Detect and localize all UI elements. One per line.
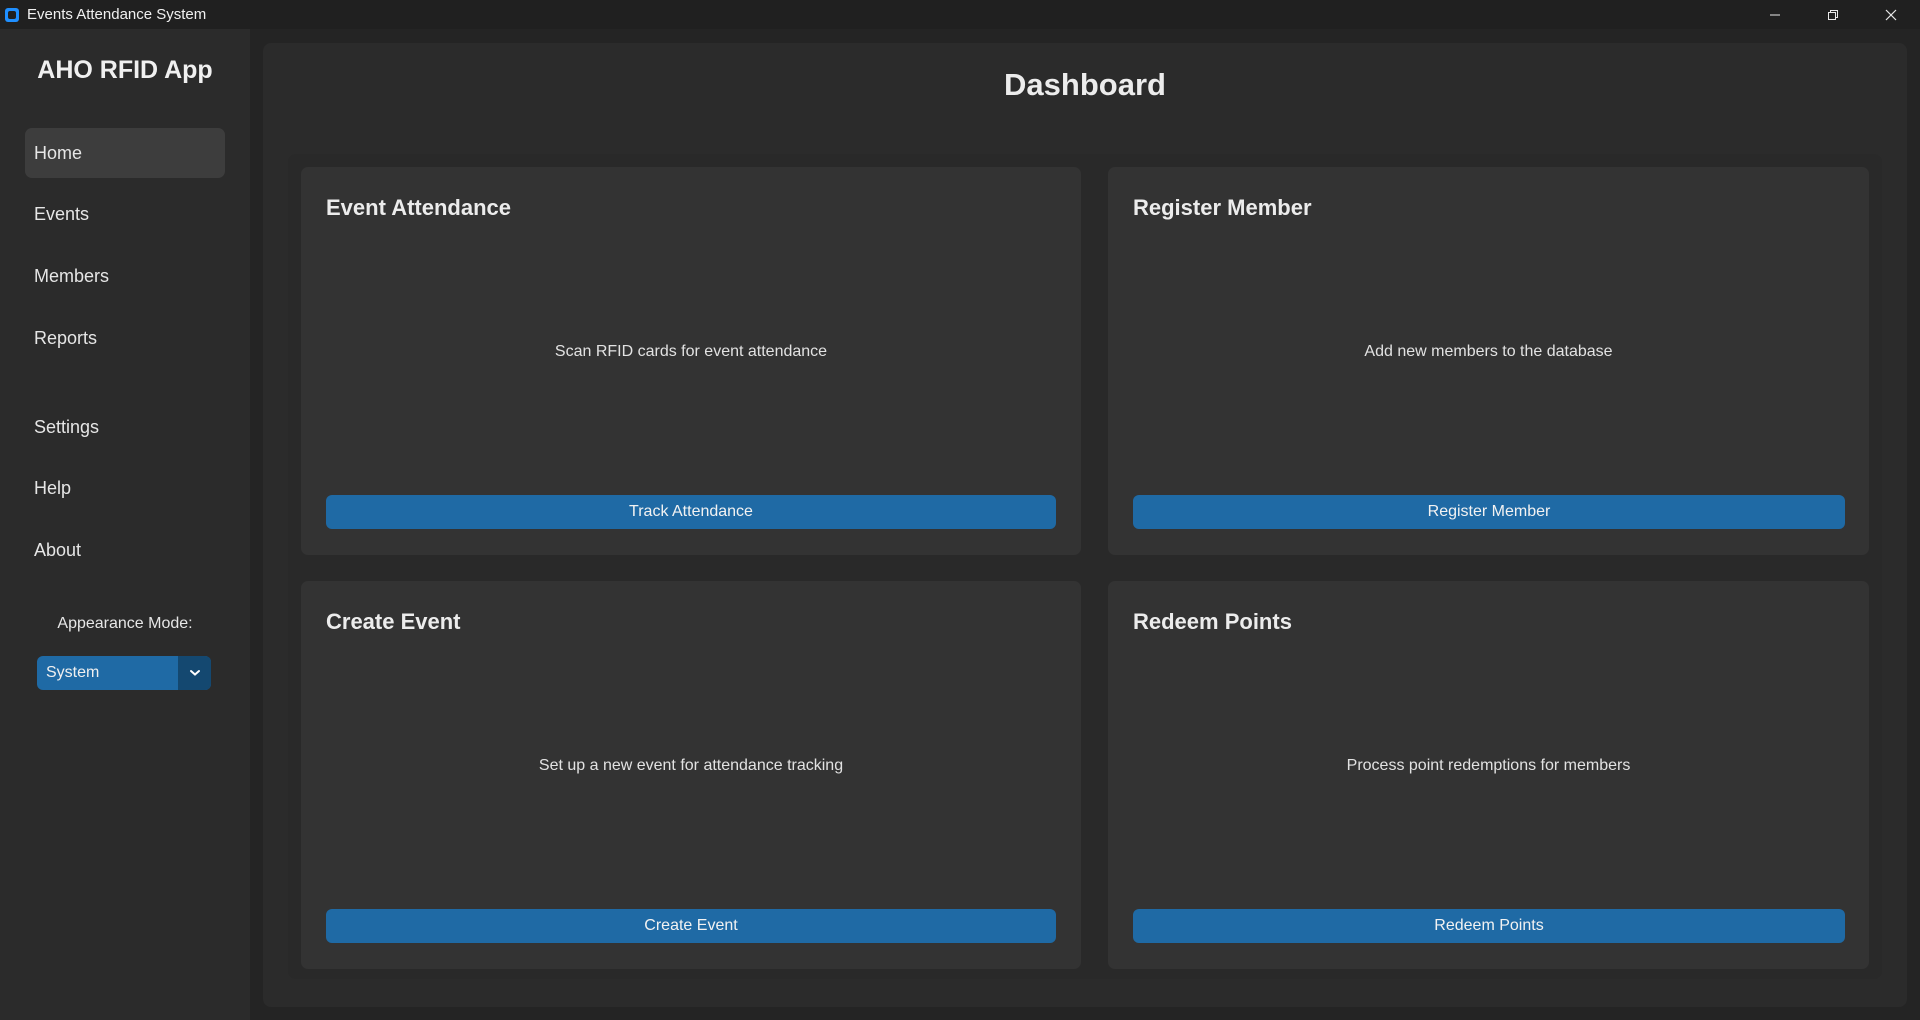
app-icon <box>5 7 19 22</box>
sidebar-item-label: Reports <box>34 327 98 348</box>
window-title: Events Attendance System <box>27 6 207 23</box>
card-description: Scan RFID cards for event attendance <box>554 343 828 360</box>
app-brand: AHO RFID App <box>37 56 213 84</box>
restore-icon <box>1828 9 1838 20</box>
card-title: Event Attendance <box>326 195 512 220</box>
dashboard-grid: Event Attendance Scan RFID cards for eve… <box>288 154 1882 979</box>
close-button[interactable] <box>1862 0 1920 29</box>
sidebar-item-label: Members <box>34 265 110 286</box>
page-title: Dashboard <box>1004 67 1166 102</box>
sidebar-item-events[interactable]: Events <box>25 189 225 239</box>
sidebar-item-about[interactable]: About <box>25 525 225 575</box>
sidebar-item-label: Settings <box>34 416 100 437</box>
card-redeem-points: Redeem Points Process point redemptions … <box>1108 581 1869 969</box>
create-event-button[interactable]: Create Event <box>326 909 1056 943</box>
register-member-button[interactable]: Register Member <box>1133 495 1845 529</box>
sidebar-item-members[interactable]: Members <box>25 251 225 301</box>
card-title: Redeem Points <box>1133 609 1292 634</box>
card-register-member: Register Member Add new members to the d… <box>1108 167 1869 555</box>
card-event-attendance: Event Attendance Scan RFID cards for eve… <box>301 167 1081 555</box>
window-controls <box>1746 0 1920 29</box>
sidebar-item-reports[interactable]: Reports <box>25 313 225 363</box>
minimize-button[interactable] <box>1746 0 1804 29</box>
card-title: Create Event <box>326 609 461 634</box>
track-attendance-button[interactable]: Track Attendance <box>326 495 1056 529</box>
sidebar-item-label: Events <box>34 203 90 224</box>
appearance-mode-value: System <box>46 664 100 681</box>
appearance-mode-select[interactable]: System <box>37 656 211 690</box>
card-description: Set up a new event for attendance tracki… <box>538 757 844 774</box>
close-icon <box>1885 9 1897 20</box>
main-panel: Dashboard Event Attendance Scan RFID car… <box>263 43 1907 1007</box>
sidebar: AHO RFID App Home Events Members Reports… <box>0 29 250 1020</box>
sidebar-item-label: Home <box>34 142 83 163</box>
appearance-mode-label: Appearance Mode: <box>57 615 193 632</box>
sidebar-item-home[interactable]: Home <box>25 128 225 178</box>
card-description: Add new members to the database <box>1364 343 1613 360</box>
card-title: Register Member <box>1133 195 1312 220</box>
card-description: Process point redemptions for members <box>1346 757 1631 774</box>
redeem-points-button[interactable]: Redeem Points <box>1133 909 1845 943</box>
sidebar-item-label: Help <box>34 477 72 498</box>
sidebar-item-help[interactable]: Help <box>25 463 225 513</box>
minimize-icon <box>1770 14 1780 15</box>
sidebar-item-label: About <box>34 539 82 560</box>
title-bar: Events Attendance System <box>0 0 1920 29</box>
sidebar-item-settings[interactable]: Settings <box>25 402 225 452</box>
restore-button[interactable] <box>1804 0 1862 29</box>
card-create-event: Create Event Set up a new event for atte… <box>301 581 1081 969</box>
chevron-down-icon[interactable] <box>178 656 211 690</box>
